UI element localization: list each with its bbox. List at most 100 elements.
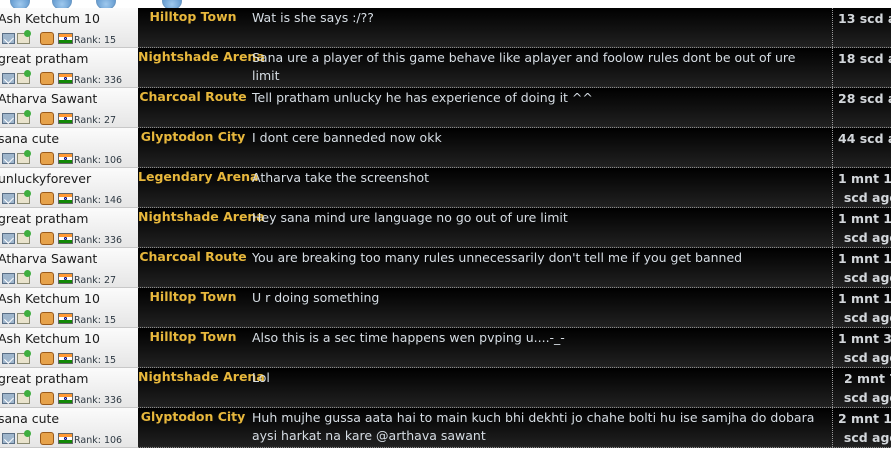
user-cell: Ash Ketchum 10 Rank: 15 xyxy=(0,8,138,48)
chat-row: great pratham Rank: 336 Nightshade Arena… xyxy=(0,368,891,408)
india-flag-icon xyxy=(58,353,73,364)
column-divider xyxy=(832,208,833,247)
add-friend-icon[interactable] xyxy=(17,150,31,164)
pokemon-avatar-icon[interactable] xyxy=(40,112,54,125)
rank-label: Rank: 27 xyxy=(74,275,117,286)
add-friend-icon[interactable] xyxy=(17,190,31,204)
column-divider xyxy=(832,48,833,87)
timestamp: 1 mnt 11 scd ago xyxy=(838,211,891,245)
timestamp: 2 mnt 15 scd ago xyxy=(838,411,891,445)
message-area: Nightshade Arena Sana ure a player of th… xyxy=(138,48,891,88)
pokemon-avatar-icon[interactable] xyxy=(40,312,54,325)
location-link[interactable]: Hilltop Town xyxy=(138,9,248,24)
india-flag-icon xyxy=(58,393,73,404)
add-friend-icon[interactable] xyxy=(17,430,31,444)
add-friend-icon[interactable] xyxy=(17,110,31,124)
pokemon-avatar-icon[interactable] xyxy=(40,192,54,205)
add-friend-icon[interactable] xyxy=(17,230,31,244)
chat-row: great pratham Rank: 336 Nightshade Arena… xyxy=(0,208,891,248)
pokemon-avatar-icon[interactable] xyxy=(40,72,54,85)
mail-icon[interactable] xyxy=(2,113,15,124)
pokemon-avatar-icon[interactable] xyxy=(40,152,54,165)
message-text: Atharva take the screenshot xyxy=(252,170,430,185)
rank-label: Rank: 146 xyxy=(74,195,123,206)
username-link[interactable]: unluckyforever xyxy=(0,171,91,186)
mail-icon[interactable] xyxy=(2,193,15,204)
message-text: Lol xyxy=(252,370,270,385)
row-divider xyxy=(138,447,891,448)
mail-icon[interactable] xyxy=(2,313,15,324)
pokemon-avatar-icon[interactable] xyxy=(40,232,54,245)
mail-icon[interactable] xyxy=(2,73,15,84)
pokemon-avatar-icon[interactable] xyxy=(40,272,54,285)
location-link[interactable]: Hilltop Town xyxy=(138,329,248,344)
column-divider xyxy=(832,248,833,287)
mail-icon[interactable] xyxy=(2,393,15,404)
chat-row: Ash Ketchum 10 Rank: 15 Hilltop Town Wat… xyxy=(0,8,891,48)
rank-label: Rank: 15 xyxy=(74,355,117,366)
username-link[interactable]: Ash Ketchum 10 xyxy=(0,291,100,306)
column-divider xyxy=(832,128,833,167)
location-link[interactable]: Hilltop Town xyxy=(138,289,248,304)
username-link[interactable]: sana cute xyxy=(0,131,59,146)
mail-icon[interactable] xyxy=(2,273,15,284)
username-link[interactable]: Ash Ketchum 10 xyxy=(0,11,100,26)
add-friend-icon[interactable] xyxy=(17,30,31,44)
toolbar-icon[interactable] xyxy=(162,0,182,8)
add-friend-icon[interactable] xyxy=(17,390,31,404)
toolbar-icon[interactable] xyxy=(10,0,30,8)
message-area: Glyptodon City Huh mujhe gussa aata hai … xyxy=(138,408,891,448)
message-area: Charcoal Route You are breaking too many… xyxy=(138,248,891,288)
timestamp: 44 scd ago xyxy=(838,131,891,146)
india-flag-icon xyxy=(58,73,73,84)
pokemon-avatar-icon[interactable] xyxy=(40,392,54,405)
username-link[interactable]: Atharva Sawant xyxy=(0,91,97,106)
username-link[interactable]: Atharva Sawant xyxy=(0,251,97,266)
location-link[interactable]: Nightshade Arena xyxy=(138,209,265,224)
location-link[interactable]: Nightshade Arena xyxy=(138,49,265,64)
pokemon-avatar-icon[interactable] xyxy=(40,432,54,445)
username-link[interactable]: great pratham xyxy=(0,211,88,226)
username-link[interactable]: great pratham xyxy=(0,51,88,66)
timestamp: 2 mnt 7 scd ago xyxy=(843,371,891,405)
india-flag-icon xyxy=(58,153,73,164)
rank-label: Rank: 106 xyxy=(74,155,123,166)
location-link[interactable]: Nightshade Arena xyxy=(138,369,265,384)
username-link[interactable]: sana cute xyxy=(0,411,59,426)
message-area: Hilltop Town Also this is a sec time hap… xyxy=(138,328,891,368)
location-link[interactable]: Charcoal Route xyxy=(138,249,248,264)
user-cell: Ash Ketchum 10 Rank: 15 xyxy=(0,328,138,368)
message-area: Hilltop Town U r doing something 1 mnt 1… xyxy=(138,288,891,328)
user-cell: sana cute Rank: 106 xyxy=(0,128,138,168)
rank-label: Rank: 336 xyxy=(74,235,123,246)
message-text: Sana ure a player of this game behave li… xyxy=(252,50,796,83)
location-link[interactable]: Glyptodon City xyxy=(138,129,248,144)
username-link[interactable]: great pratham xyxy=(0,371,88,386)
user-cell: great pratham Rank: 336 xyxy=(0,48,138,88)
mail-icon[interactable] xyxy=(2,233,15,244)
add-friend-icon[interactable] xyxy=(17,70,31,84)
location-link[interactable]: Charcoal Route xyxy=(138,89,248,104)
pokemon-avatar-icon[interactable] xyxy=(40,32,54,45)
add-friend-icon[interactable] xyxy=(17,310,31,324)
message-text: Huh mujhe gussa aata hai to main kuch bh… xyxy=(252,410,815,443)
message-area: Legendary Arena Atharva take the screens… xyxy=(138,168,891,208)
mail-icon[interactable] xyxy=(2,433,15,444)
chat-row: Atharva Sawant Rank: 27 Charcoal Route T… xyxy=(0,88,891,128)
message-text: Hey sana mind ure language no go out of … xyxy=(252,210,568,225)
column-divider xyxy=(832,8,833,47)
username-link[interactable]: Ash Ketchum 10 xyxy=(0,331,100,346)
add-friend-icon[interactable] xyxy=(17,350,31,364)
mail-icon[interactable] xyxy=(2,33,15,44)
toolbar-icon[interactable] xyxy=(52,0,72,8)
toolbar-icon[interactable] xyxy=(96,0,116,8)
mail-icon[interactable] xyxy=(2,353,15,364)
mail-icon[interactable] xyxy=(2,153,15,164)
india-flag-icon xyxy=(58,113,73,124)
column-divider xyxy=(832,328,833,367)
pokemon-avatar-icon[interactable] xyxy=(40,352,54,365)
location-link[interactable]: Legendary Arena xyxy=(138,169,258,184)
chat-row: Atharva Sawant Rank: 27 Charcoal Route Y… xyxy=(0,248,891,288)
location-link[interactable]: Glyptodon City xyxy=(138,409,248,424)
add-friend-icon[interactable] xyxy=(17,270,31,284)
